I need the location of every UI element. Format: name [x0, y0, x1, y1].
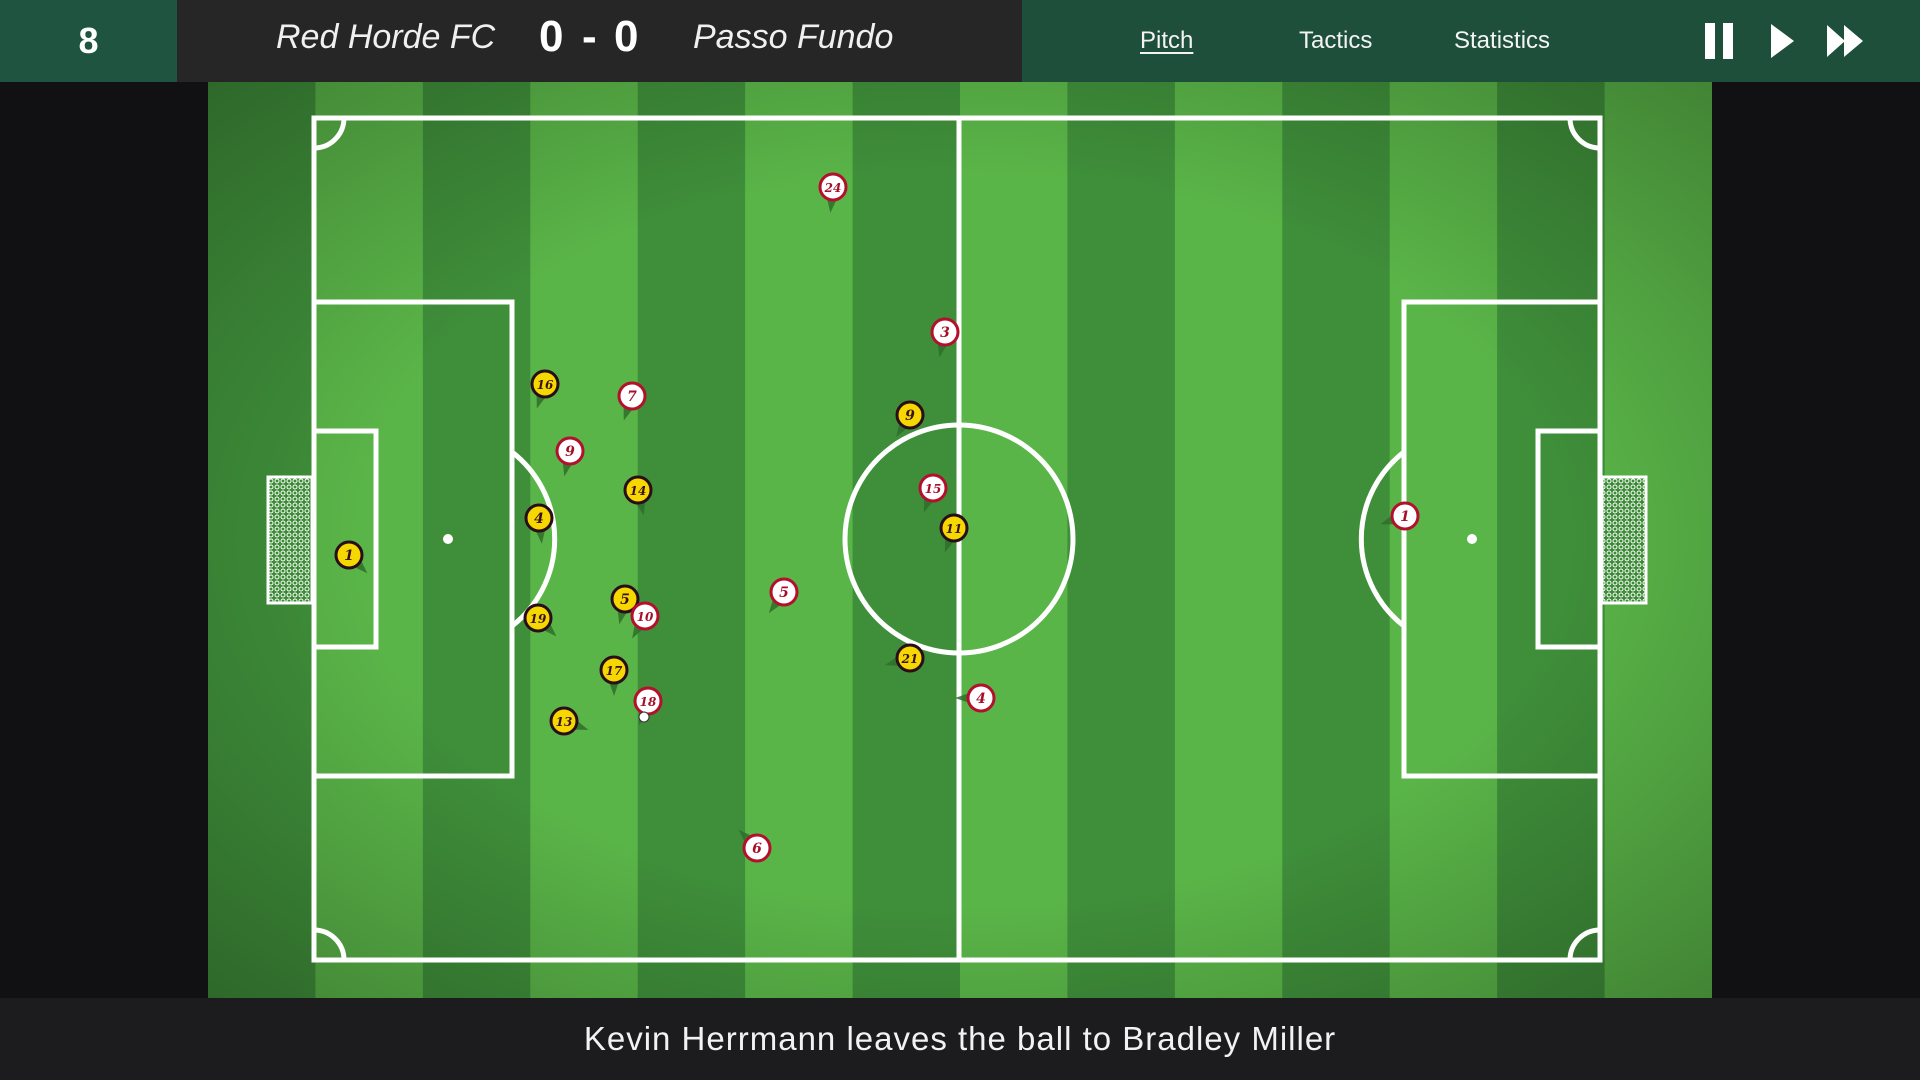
- player-number: 1: [1400, 509, 1410, 525]
- player-number: 5: [620, 592, 630, 608]
- away-team-name: Passo Fundo: [693, 17, 894, 56]
- tab-pitch[interactable]: Pitch: [1140, 0, 1193, 82]
- player-number: 4: [976, 691, 986, 707]
- play-button[interactable]: [1757, 16, 1807, 66]
- fast-forward-button[interactable]: [1820, 16, 1870, 66]
- fast-forward-icon: [1827, 25, 1863, 57]
- player-number: 19: [530, 612, 547, 626]
- player-number: 13: [556, 715, 573, 729]
- tab-statistics[interactable]: Statistics: [1454, 0, 1550, 82]
- player-number: 10: [637, 610, 654, 624]
- pause-icon: [1705, 23, 1733, 59]
- player-number: 15: [925, 482, 942, 496]
- score-separator: -: [582, 12, 597, 61]
- top-bar: 8 Red Horde FC 0 - 0 Passo Fundo Pitch T…: [0, 0, 1920, 82]
- pitch-view: 1 16 4 19 14 5 17 13 9 11 21 24 3 7 9 15 10 5 18 4 6 1: [208, 82, 1712, 998]
- commentary-bar: Kevin Herrmann leaves the ball to Bradle…: [0, 998, 1920, 1080]
- player-number: 3: [940, 325, 950, 341]
- player-number: 17: [606, 664, 623, 678]
- ball: [638, 711, 650, 723]
- player-number: 4: [534, 511, 544, 527]
- right-goal-net: [1600, 475, 1648, 605]
- home-team-name: Red Horde FC: [276, 17, 496, 56]
- play-icon: [1771, 24, 1794, 58]
- player-number: 16: [537, 378, 554, 392]
- player-number: 5: [779, 585, 789, 601]
- right-penalty-spot: [1467, 534, 1477, 544]
- player-number: 14: [630, 484, 647, 498]
- left-goal-net: [266, 475, 314, 605]
- player-number: 18: [640, 695, 657, 709]
- tab-tactics[interactable]: Tactics: [1299, 0, 1372, 82]
- player-number: 24: [824, 181, 842, 195]
- pause-button[interactable]: [1694, 16, 1744, 66]
- player-number: 9: [565, 444, 575, 460]
- pitch: 1 16 4 19 14 5 17 13 9 11 21 24 3 7 9 15 10 5 18 4 6 1: [208, 82, 1712, 998]
- home-score: 0: [539, 12, 564, 61]
- player-number: 9: [905, 408, 915, 424]
- away-score: 0: [614, 12, 639, 61]
- player-number: 6: [752, 841, 762, 857]
- player-number: 11: [946, 522, 963, 536]
- scoreboard: Red Horde FC 0 - 0 Passo Fundo: [177, 0, 1022, 82]
- player-number: 7: [627, 389, 637, 405]
- match-minute: 8: [0, 0, 177, 82]
- left-penalty-spot: [443, 534, 453, 544]
- player-number: 21: [901, 652, 919, 666]
- player-number: 1: [344, 548, 354, 564]
